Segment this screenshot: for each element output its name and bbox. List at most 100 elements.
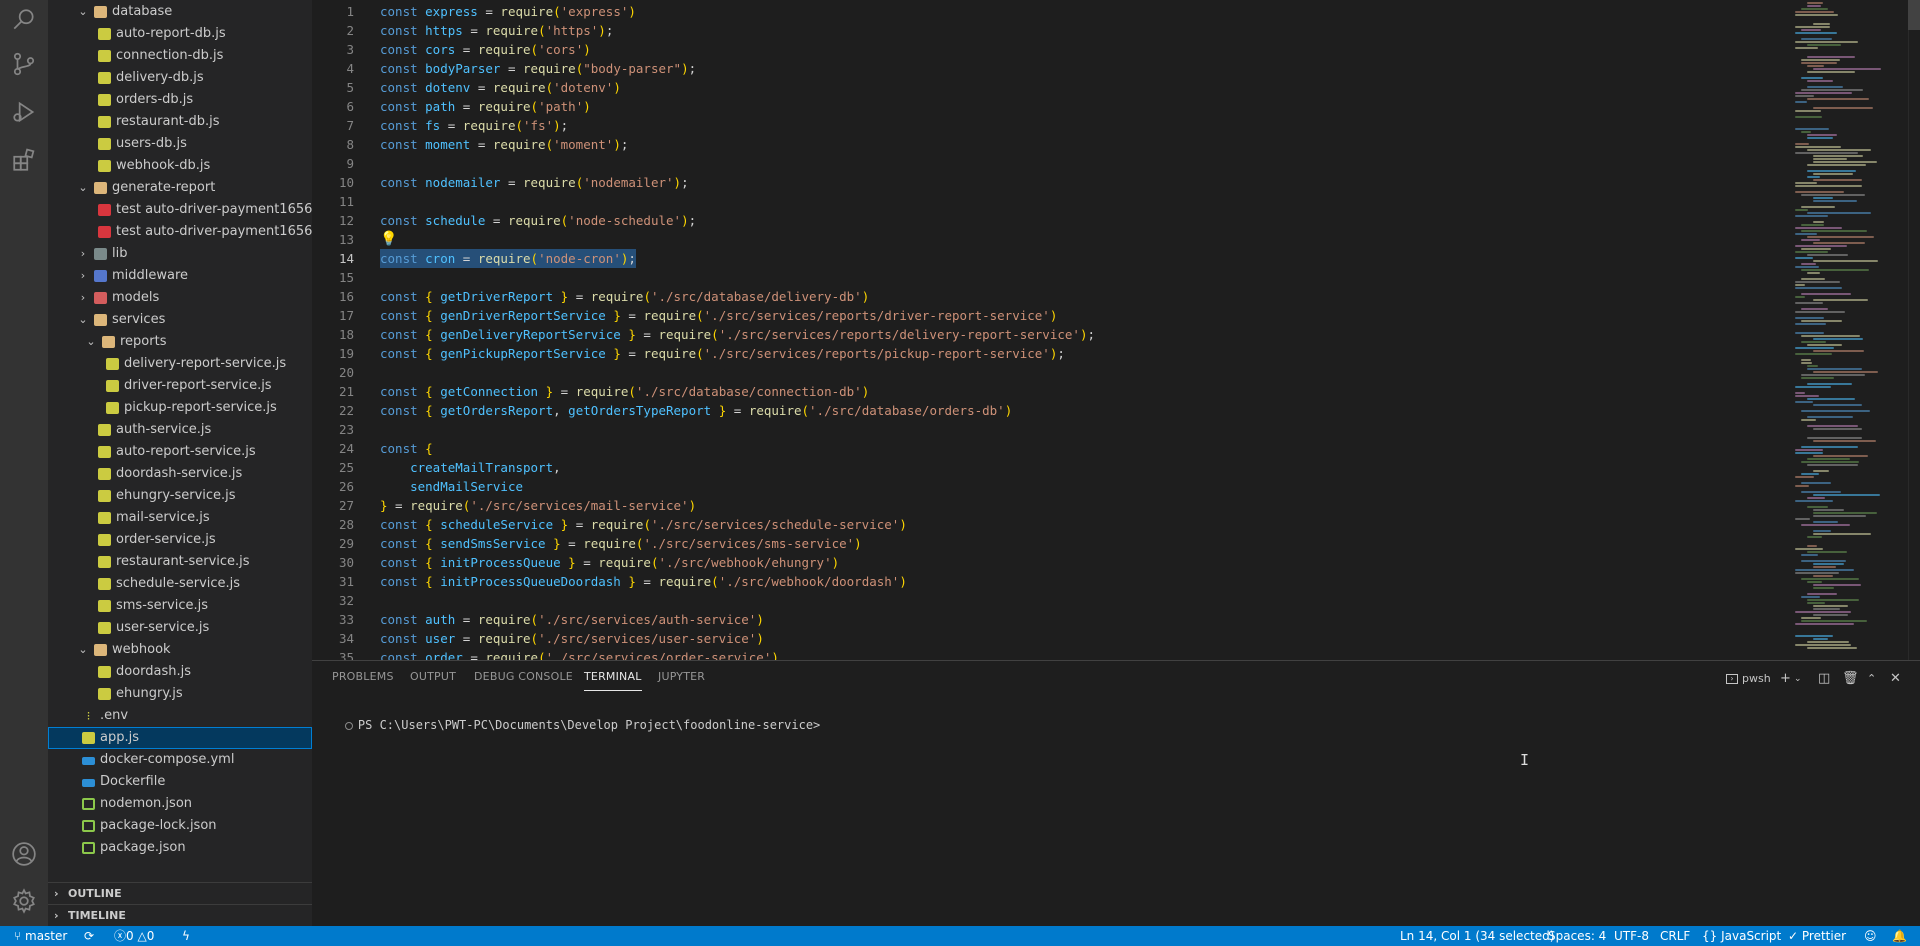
- tab-jupyter[interactable]: JUPYTER: [658, 670, 705, 683]
- minimap-line: [1807, 5, 1821, 7]
- file-item[interactable]: users-db.js: [48, 133, 312, 155]
- code-line: 12 const schedule = require('node-schedul…: [312, 211, 1792, 230]
- line-number: 14: [338, 251, 354, 266]
- file-item[interactable]: order-service.js: [48, 529, 312, 551]
- file-item[interactable]: pickup-report-service.js: [48, 397, 312, 419]
- new-terminal-plus-icon[interactable]: +: [1780, 669, 1791, 689]
- minimap[interactable]: [1793, 0, 1908, 660]
- minimap-line: [1801, 419, 1816, 421]
- code-editor[interactable]: 1 const express = require('express') 2 cons…: [312, 0, 1920, 660]
- file-item[interactable]: auth-service.js: [48, 419, 312, 441]
- file-item[interactable]: delivery-db.js: [48, 67, 312, 89]
- chevron-down-icon[interactable]: ⌄: [1794, 669, 1802, 689]
- indentation[interactable]: Spaces: 4: [1548, 926, 1606, 946]
- lightning-icon[interactable]: ϟ: [182, 926, 190, 946]
- split-terminal-icon[interactable]: ◫: [1818, 669, 1830, 689]
- tab-problems[interactable]: PROBLEMS: [332, 670, 394, 683]
- file-item[interactable]: package.json: [48, 837, 312, 859]
- file-item[interactable]: auto-report-db.js: [48, 23, 312, 45]
- file-item[interactable]: ehungry.js: [48, 683, 312, 705]
- file-item[interactable]: ⁝ .env: [48, 705, 312, 727]
- folder-item[interactable]: ⌄ database: [48, 1, 312, 23]
- source-control-icon[interactable]: [10, 50, 38, 78]
- code-text: const fs = require('fs');: [380, 118, 569, 133]
- folder-item[interactable]: ⌄ reports: [48, 331, 312, 353]
- file-item[interactable]: doordash.js: [48, 661, 312, 683]
- file-item[interactable]: Dockerfile: [48, 771, 312, 793]
- editor-scrollbar[interactable]: [1908, 0, 1920, 660]
- tab-terminal[interactable]: TERMINAL: [584, 670, 642, 691]
- error-count: 0: [126, 929, 134, 943]
- editor-scroll-thumb[interactable]: [1908, 0, 1920, 30]
- sync-icon[interactable]: ⟳: [84, 926, 94, 946]
- code-text: const { sendSmsService } = require('./sr…: [380, 536, 862, 551]
- tab-debug-console[interactable]: DEBUG CONSOLE: [474, 670, 573, 683]
- terminal-prompt-line[interactable]: PS C:\Users\PWT-PC\Documents\Develop Pro…: [316, 704, 820, 746]
- line-number: 3: [346, 42, 354, 57]
- tree-item-label: docker-compose.yml: [100, 752, 235, 767]
- file-item[interactable]: connection-db.js: [48, 45, 312, 67]
- timeline-section[interactable]: › TIMELINE: [48, 904, 312, 926]
- minimap-line: [1813, 512, 1877, 514]
- file-item[interactable]: driver-report-service.js: [48, 375, 312, 397]
- lightbulb-icon[interactable]: 💡: [380, 230, 397, 249]
- trash-icon[interactable]: 🗑: [1842, 669, 1859, 689]
- file-item[interactable]: nodemon.json: [48, 793, 312, 815]
- folder-item[interactable]: › models: [48, 287, 312, 309]
- folder-item[interactable]: ⌄ services: [48, 309, 312, 331]
- file-item[interactable]: package-lock.json: [48, 815, 312, 837]
- timeline-label: TIMELINE: [68, 909, 126, 922]
- docker-icon: [82, 779, 95, 787]
- file-item[interactable]: webhook-db.js: [48, 155, 312, 177]
- minimap-line: [1795, 635, 1833, 637]
- close-panel-icon[interactable]: ✕: [1890, 669, 1901, 689]
- search-icon[interactable]: [10, 6, 38, 34]
- pdf-file-icon: [98, 226, 111, 238]
- feedback-icon[interactable]: ☺: [1864, 926, 1877, 946]
- minimap-line: [1807, 383, 1852, 385]
- maximize-panel-icon[interactable]: ⌃: [1867, 669, 1876, 689]
- encoding[interactable]: UTF-8: [1614, 926, 1649, 946]
- extensions-icon[interactable]: [10, 146, 38, 174]
- branch-indicator[interactable]: ⑂ master: [14, 926, 67, 946]
- file-item[interactable]: ehungry-service.js: [48, 485, 312, 507]
- file-item[interactable]: schedule-service.js: [48, 573, 312, 595]
- folder-item[interactable]: ⌄ webhook: [48, 639, 312, 661]
- tree-item-label: generate-report: [112, 180, 216, 195]
- tab-output[interactable]: OUTPUT: [410, 670, 456, 683]
- javascript-file-icon: [98, 490, 111, 502]
- minimap-line: [1813, 371, 1878, 373]
- notifications-bell-icon[interactable]: 🔔: [1892, 926, 1907, 946]
- file-item[interactable]: sms-service.js: [48, 595, 312, 617]
- file-item[interactable]: test auto-driver-payment16565...: [48, 221, 312, 243]
- panel-tabs: PROBLEMS OUTPUT DEBUG CONSOLE TERMINAL J…: [312, 661, 1920, 695]
- file-item[interactable]: auto-report-service.js: [48, 441, 312, 463]
- problems-indicator[interactable]: ⓧ0 △0: [114, 926, 154, 946]
- file-item[interactable]: doordash-service.js: [48, 463, 312, 485]
- terminal-shell-selector[interactable]: › pwsh: [1726, 669, 1771, 689]
- javascript-file-icon: [98, 446, 111, 458]
- file-item[interactable]: restaurant-service.js: [48, 551, 312, 573]
- cursor-position[interactable]: Ln 14, Col 1 (34 selected): [1400, 926, 1554, 946]
- line-number: 1: [346, 4, 354, 19]
- folder-item[interactable]: › lib: [48, 243, 312, 265]
- language-mode[interactable]: {} JavaScript: [1702, 926, 1781, 946]
- account-icon[interactable]: [10, 840, 38, 868]
- file-item[interactable]: user-service.js: [48, 617, 312, 639]
- folder-item[interactable]: › middleware: [48, 265, 312, 287]
- minimap-line: [1795, 500, 1833, 502]
- file-item[interactable]: test auto-driver-payment16564...: [48, 199, 312, 221]
- folder-item[interactable]: ⌄ generate-report: [48, 177, 312, 199]
- prettier-status[interactable]: ✓ Prettier: [1788, 926, 1846, 946]
- outline-section[interactable]: › OUTLINE: [48, 882, 312, 904]
- file-item[interactable]: delivery-report-service.js: [48, 353, 312, 375]
- middleware-folder-icon: [94, 270, 107, 282]
- settings-gear-icon[interactable]: [10, 887, 38, 915]
- file-item[interactable]: mail-service.js: [48, 507, 312, 529]
- file-item[interactable]: restaurant-db.js: [48, 111, 312, 133]
- run-debug-icon[interactable]: [10, 98, 38, 126]
- file-item[interactable]: docker-compose.yml: [48, 749, 312, 771]
- end-of-line[interactable]: CRLF: [1660, 926, 1690, 946]
- file-item[interactable]: app.js: [48, 727, 312, 749]
- file-item[interactable]: orders-db.js: [48, 89, 312, 111]
